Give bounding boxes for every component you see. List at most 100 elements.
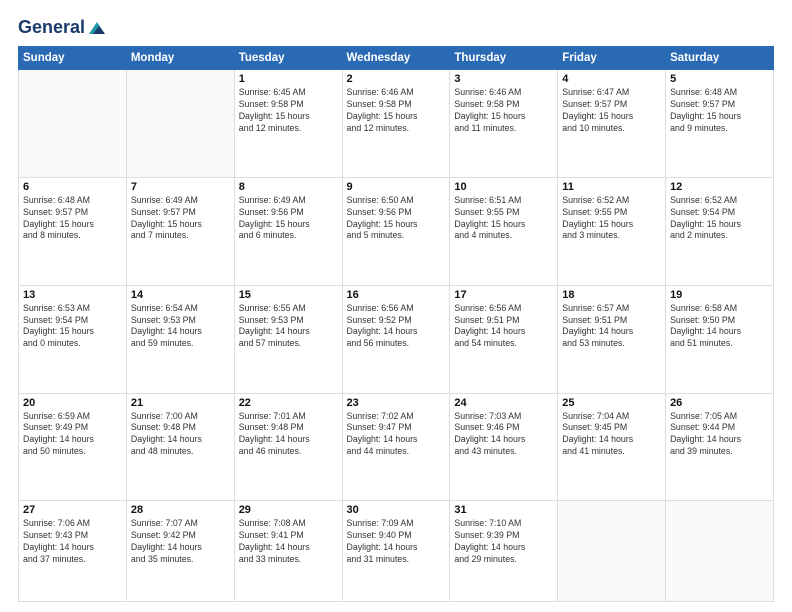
day-info: Sunrise: 7:06 AMSunset: 9:43 PMDaylight:…: [23, 518, 122, 566]
logo-icon: [87, 18, 107, 38]
day-info: Sunrise: 7:01 AMSunset: 9:48 PMDaylight:…: [239, 411, 338, 459]
calendar-cell: 20 Sunrise: 6:59 AMSunset: 9:49 PMDayligh…: [19, 393, 127, 501]
calendar-cell: 28 Sunrise: 7:07 AMSunset: 9:42 PMDayligh…: [126, 501, 234, 602]
day-number: 21: [131, 397, 230, 409]
day-number: 19: [670, 289, 769, 301]
day-number: 18: [562, 289, 661, 301]
calendar-cell: 13Sunrise: 6:53 AMSunset: 9:54 PMDayligh…: [19, 285, 127, 393]
day-number: 23: [347, 397, 446, 409]
day-info: Sunrise: 6:59 AMSunset: 9:49 PMDaylight:…: [23, 411, 122, 459]
day-number: 17: [454, 289, 553, 301]
header: General: [18, 18, 774, 38]
day-number: 14: [131, 289, 230, 301]
day-info: Sunrise: 6:50 AMSunset: 9:56 PMDaylight:…: [347, 195, 446, 243]
day-number: 10: [454, 181, 553, 193]
day-number: 3: [454, 73, 553, 85]
weekday-header-tuesday: Tuesday: [234, 47, 342, 70]
calendar-cell: 30 Sunrise: 7:09 AMSunset: 9:40 PMDayligh…: [342, 501, 450, 602]
day-info: Sunrise: 6:56 AMSunset: 9:51 PMDaylight:…: [454, 303, 553, 351]
calendar-cell: 22 Sunrise: 7:01 AMSunset: 9:48 PMDayligh…: [234, 393, 342, 501]
day-info: Sunrise: 6:49 AMSunset: 9:57 PMDaylight:…: [131, 195, 230, 243]
day-info: Sunrise: 7:08 AMSunset: 9:41 PMDaylight:…: [239, 518, 338, 566]
calendar-week-2: 6Sunrise: 6:48 AMSunset: 9:57 PMDaylight…: [19, 177, 774, 285]
day-info: Sunrise: 6:52 AMSunset: 9:54 PMDaylight:…: [670, 195, 769, 243]
calendar-cell: 5Sunrise: 6:48 AMSunset: 9:57 PMDaylight…: [666, 70, 774, 178]
calendar-cell: 6Sunrise: 6:48 AMSunset: 9:57 PMDaylight…: [19, 177, 127, 285]
calendar-cell: 4 Sunrise: 6:47 AMSunset: 9:57 PMDaylight…: [558, 70, 666, 178]
day-number: 9: [347, 181, 446, 193]
day-number: 6: [23, 181, 122, 193]
calendar-cell: 2 Sunrise: 6:46 AMSunset: 9:58 PMDaylight…: [342, 70, 450, 178]
day-number: 22: [239, 397, 338, 409]
day-number: 16: [347, 289, 446, 301]
calendar-cell: 16 Sunrise: 6:56 AMSunset: 9:52 PMDayligh…: [342, 285, 450, 393]
calendar-week-5: 27 Sunrise: 7:06 AMSunset: 9:43 PMDayligh…: [19, 501, 774, 602]
day-info: Sunrise: 6:46 AMSunset: 9:58 PMDaylight:…: [347, 87, 446, 135]
day-info: Sunrise: 7:03 AMSunset: 9:46 PMDaylight:…: [454, 411, 553, 459]
calendar-cell: [558, 501, 666, 602]
calendar-week-3: 13Sunrise: 6:53 AMSunset: 9:54 PMDayligh…: [19, 285, 774, 393]
day-number: 12: [670, 181, 769, 193]
day-info: Sunrise: 6:57 AMSunset: 9:51 PMDaylight:…: [562, 303, 661, 351]
calendar-cell: 11 Sunrise: 6:52 AMSunset: 9:55 PMDayligh…: [558, 177, 666, 285]
logo: General: [18, 18, 107, 38]
calendar-cell: 7 Sunrise: 6:49 AMSunset: 9:57 PMDaylight…: [126, 177, 234, 285]
calendar-cell: [19, 70, 127, 178]
calendar-cell: 1 Sunrise: 6:45 AMSunset: 9:58 PMDaylight…: [234, 70, 342, 178]
day-number: 4: [562, 73, 661, 85]
calendar-cell: 12 Sunrise: 6:52 AMSunset: 9:54 PMDayligh…: [666, 177, 774, 285]
weekday-header-wednesday: Wednesday: [342, 47, 450, 70]
day-info: Sunrise: 6:47 AMSunset: 9:57 PMDaylight:…: [562, 87, 661, 135]
day-info: Sunrise: 6:45 AMSunset: 9:58 PMDaylight:…: [239, 87, 338, 135]
day-info: Sunrise: 6:54 AMSunset: 9:53 PMDaylight:…: [131, 303, 230, 351]
day-number: 5: [670, 73, 769, 85]
day-info: Sunrise: 7:04 AMSunset: 9:45 PMDaylight:…: [562, 411, 661, 459]
day-number: 20: [23, 397, 122, 409]
calendar-cell: 21 Sunrise: 7:00 AMSunset: 9:48 PMDayligh…: [126, 393, 234, 501]
day-info: Sunrise: 7:09 AMSunset: 9:40 PMDaylight:…: [347, 518, 446, 566]
page: General SundayMondayTuesdayWednesdayThur…: [0, 0, 792, 612]
weekday-header-thursday: Thursday: [450, 47, 558, 70]
day-number: 8: [239, 181, 338, 193]
calendar-cell: 19 Sunrise: 6:58 AMSunset: 9:50 PMDayligh…: [666, 285, 774, 393]
calendar-week-1: 1 Sunrise: 6:45 AMSunset: 9:58 PMDaylight…: [19, 70, 774, 178]
calendar-cell: 27 Sunrise: 7:06 AMSunset: 9:43 PMDayligh…: [19, 501, 127, 602]
calendar-cell: 24 Sunrise: 7:03 AMSunset: 9:46 PMDayligh…: [450, 393, 558, 501]
day-info: Sunrise: 6:49 AMSunset: 9:56 PMDaylight:…: [239, 195, 338, 243]
calendar-cell: [666, 501, 774, 602]
day-number: 24: [454, 397, 553, 409]
calendar-cell: 31Sunrise: 7:10 AMSunset: 9:39 PMDayligh…: [450, 501, 558, 602]
day-number: 7: [131, 181, 230, 193]
weekday-header-sunday: Sunday: [19, 47, 127, 70]
calendar-cell: 9 Sunrise: 6:50 AMSunset: 9:56 PMDaylight…: [342, 177, 450, 285]
day-info: Sunrise: 6:46 AMSunset: 9:58 PMDaylight:…: [454, 87, 553, 135]
day-info: Sunrise: 7:02 AMSunset: 9:47 PMDaylight:…: [347, 411, 446, 459]
day-info: Sunrise: 6:52 AMSunset: 9:55 PMDaylight:…: [562, 195, 661, 243]
calendar-cell: 23 Sunrise: 7:02 AMSunset: 9:47 PMDayligh…: [342, 393, 450, 501]
day-number: 2: [347, 73, 446, 85]
day-info: Sunrise: 7:00 AMSunset: 9:48 PMDaylight:…: [131, 411, 230, 459]
day-info: Sunrise: 7:07 AMSunset: 9:42 PMDaylight:…: [131, 518, 230, 566]
weekday-header-row: SundayMondayTuesdayWednesdayThursdayFrid…: [19, 47, 774, 70]
day-number: 26: [670, 397, 769, 409]
day-number: 1: [239, 73, 338, 85]
calendar-week-4: 20 Sunrise: 6:59 AMSunset: 9:49 PMDayligh…: [19, 393, 774, 501]
calendar-cell: 10 Sunrise: 6:51 AMSunset: 9:55 PMDayligh…: [450, 177, 558, 285]
day-info: Sunrise: 6:56 AMSunset: 9:52 PMDaylight:…: [347, 303, 446, 351]
calendar-cell: [126, 70, 234, 178]
day-number: 30: [347, 504, 446, 516]
day-info: Sunrise: 6:58 AMSunset: 9:50 PMDaylight:…: [670, 303, 769, 351]
calendar-cell: 8 Sunrise: 6:49 AMSunset: 9:56 PMDaylight…: [234, 177, 342, 285]
day-number: 15: [239, 289, 338, 301]
day-number: 27: [23, 504, 122, 516]
weekday-header-friday: Friday: [558, 47, 666, 70]
day-number: 29: [239, 504, 338, 516]
day-number: 11: [562, 181, 661, 193]
day-info: Sunrise: 6:51 AMSunset: 9:55 PMDaylight:…: [454, 195, 553, 243]
calendar-cell: 29 Sunrise: 7:08 AMSunset: 9:41 PMDayligh…: [234, 501, 342, 602]
calendar-cell: 3 Sunrise: 6:46 AMSunset: 9:58 PMDaylight…: [450, 70, 558, 178]
day-number: 31: [454, 504, 553, 516]
day-number: 28: [131, 504, 230, 516]
logo-text-general: General: [18, 18, 85, 38]
day-info: Sunrise: 6:55 AMSunset: 9:53 PMDaylight:…: [239, 303, 338, 351]
